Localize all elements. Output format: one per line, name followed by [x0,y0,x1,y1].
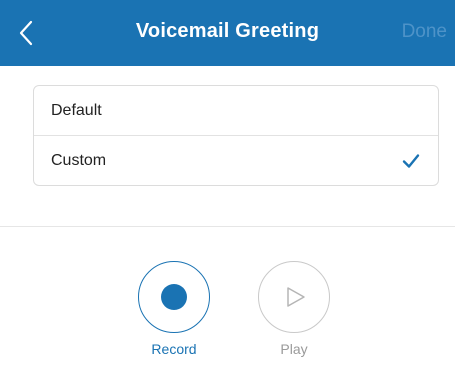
option-default[interactable]: Default [34,86,438,135]
greeting-options-panel: Default Custom [0,66,455,227]
option-custom[interactable]: Custom [34,135,438,185]
page-title: Voicemail Greeting [135,20,320,42]
option-label: Default [51,101,102,119]
recording-controls: Record Play [0,227,455,376]
record-button[interactable]: Record [136,261,212,357]
play-icon [287,287,305,307]
play-label: Play [280,341,308,357]
record-circle [138,261,210,333]
record-icon [161,284,187,310]
play-circle [258,261,330,333]
option-label: Custom [51,151,107,169]
nav-header: Voicemail Greeting Done [0,0,455,66]
record-label: Record [151,341,197,357]
checkmark-icon [402,153,420,168]
done-button[interactable]: Done [402,21,447,43]
greeting-options-list: Default Custom [33,85,439,186]
play-button[interactable]: Play [256,261,332,357]
